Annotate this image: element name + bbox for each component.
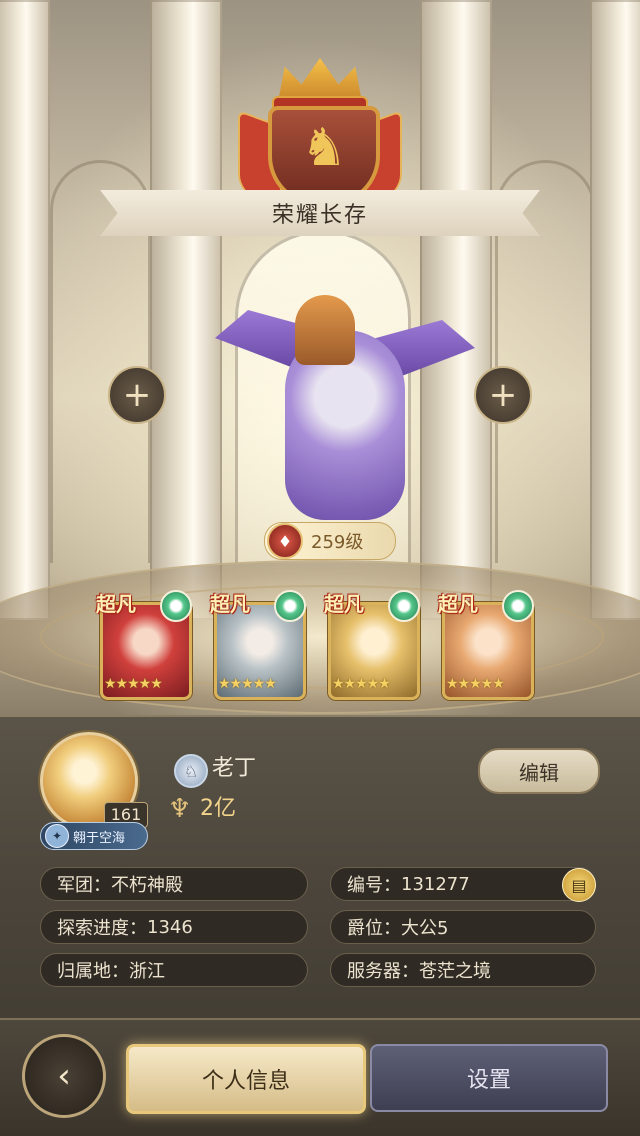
hero-stars: ★★★★★ — [332, 676, 391, 692]
dragon-rider — [295, 295, 355, 365]
back-button[interactable]: ‹ — [22, 1034, 106, 1118]
server-value: 苍茫之境 — [419, 961, 491, 982]
leaf-element-icon: ❀ — [388, 590, 420, 622]
tab-settings-label: 设置 — [466, 1068, 511, 1093]
hero-grade: 超凡 — [324, 592, 364, 616]
edit-button[interactable]: 编辑 — [478, 748, 600, 794]
explore-field: 探索进度 1346 — [40, 910, 308, 944]
hero-grade: 超凡 — [438, 592, 478, 616]
rank-field: 爵位 大公5 — [330, 910, 596, 944]
hero-grade: 超凡 — [96, 592, 136, 616]
hero-grade: 超凡 — [210, 592, 250, 616]
leaf-element-icon: ❀ — [160, 590, 192, 622]
tab-profile-info[interactable]: 个人信息 — [126, 1044, 366, 1114]
region-key: 归属地 — [57, 957, 129, 983]
rank-value: 大公5 — [401, 918, 449, 939]
plus-icon: + — [122, 375, 152, 415]
pillar — [0, 0, 50, 620]
hero-card[interactable]: 超凡 ❀ ★★★★★ — [96, 590, 192, 700]
explore-value: 1346 — [147, 916, 193, 938]
id-key: 编号 — [347, 871, 401, 897]
title-banner: 荣耀长存 — [100, 190, 540, 236]
profile-screen: ♞ 荣耀长存 + + ♦ 259级 超凡 ❀ ★★★★★ 超凡 ❀ ★★★★★ — [0, 0, 640, 1136]
hero-lineup: 超凡 ❀ ★★★★★ 超凡 ❀ ★★★★★ 超凡 ❀ ★★★★★ 超凡 ❀ ★★… — [96, 590, 540, 700]
back-arrow-icon: ‹ — [57, 1056, 71, 1096]
mount-dragon-model[interactable] — [215, 290, 475, 530]
region-value: 浙江 — [129, 961, 165, 982]
honor-crest-icon: ♞ — [238, 58, 402, 211]
player-power: 2亿 — [200, 796, 236, 821]
tab-settings[interactable]: 设置 — [370, 1044, 608, 1112]
hero-stars: ★★★★★ — [104, 676, 163, 692]
hero-card[interactable]: 超凡 ❀ ★★★★★ — [438, 590, 534, 700]
tab-profile-label: 个人信息 — [201, 1069, 290, 1094]
rank-emblem-icon: ♘ — [174, 754, 208, 788]
hero-card[interactable]: 超凡 ❀ ★★★★★ — [210, 590, 306, 700]
leaf-element-icon: ❀ — [274, 590, 306, 622]
region-field: 归属地 浙江 — [40, 953, 308, 987]
mount-level-tag: ♦ 259级 — [264, 522, 396, 560]
guild-key: 军团 — [57, 871, 111, 897]
power-icon: ♆ — [168, 794, 192, 824]
seal-icon: ✦ — [45, 824, 69, 848]
player-name: 老丁 — [212, 756, 257, 781]
add-left-button[interactable]: + — [108, 366, 166, 424]
leaf-element-icon: ❀ — [502, 590, 534, 622]
server-field: 服务器 苍茫之境 — [330, 953, 596, 987]
page-title: 荣耀长存 — [271, 203, 368, 228]
pillar — [590, 0, 640, 620]
mount-orb-icon: ♦ — [267, 523, 303, 559]
id-value: 131277 — [401, 873, 470, 895]
crown-icon — [278, 58, 362, 102]
title-badge[interactable]: ✦ 翱于空海 — [40, 822, 148, 850]
hero-stars: ★★★★★ — [218, 676, 277, 692]
edit-button-label: 编辑 — [519, 760, 559, 785]
server-key: 服务器 — [347, 957, 419, 983]
hero-card[interactable]: 超凡 ❀ ★★★★★ — [324, 590, 420, 700]
id-field: 编号 131277 — [330, 867, 596, 901]
hero-stars: ★★★★★ — [446, 676, 505, 692]
pillar — [150, 0, 222, 620]
guild-field: 军团 不朽神殿 — [40, 867, 308, 901]
add-right-button[interactable]: + — [474, 366, 532, 424]
copy-icon: ▤ — [571, 875, 587, 895]
rank-key: 爵位 — [347, 914, 401, 940]
explore-key: 探索进度 — [57, 914, 147, 940]
title-badge-label: 翱于空海 — [73, 830, 126, 846]
plus-icon: + — [488, 375, 518, 415]
mount-level: 259级 — [311, 532, 364, 553]
griffin-icon: ♞ — [300, 118, 348, 178]
guild-value: 不朽神殿 — [111, 875, 183, 896]
copy-id-button[interactable]: ▤ — [562, 868, 596, 902]
